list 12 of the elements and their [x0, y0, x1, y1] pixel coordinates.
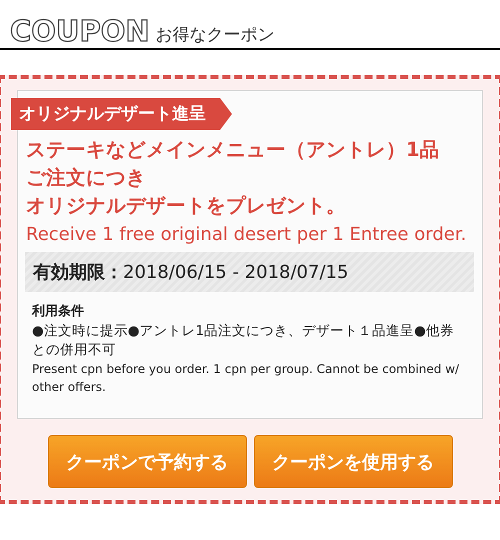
conditions-text: ●注文時に提示●アントレ1品注文につき、デザート１品進呈●他券との併用不可 — [32, 322, 455, 360]
coupon-button[interactable]: クーポンで予約する — [48, 435, 246, 488]
conditions-heading: 利用条件 — [32, 303, 85, 320]
page-subtitle: お得なクーポン — [156, 24, 275, 46]
offer-title: ステーキなどメインメニュー（アントレ）1品 ご注文につき オリジナルデザートをプレゼント。 — [25, 137, 441, 219]
validity-dates: 2018/06/15 - 2018/07/15 — [123, 262, 348, 283]
coupon-button[interactable]: クーポンを使用する — [254, 435, 452, 488]
conditions-text-english: Present cpn before you order. 1 cpn per group. Cannot be combined w/ other offers. — [32, 361, 460, 396]
validity-label: 有効期限： — [33, 262, 123, 283]
offer-title-english: Receive 1 free original desert per 1 Entree order. — [25, 223, 468, 247]
coupon-logo: COUPON — [10, 17, 150, 46]
ribbon-label: オリジナルデザート進呈 — [11, 98, 232, 130]
